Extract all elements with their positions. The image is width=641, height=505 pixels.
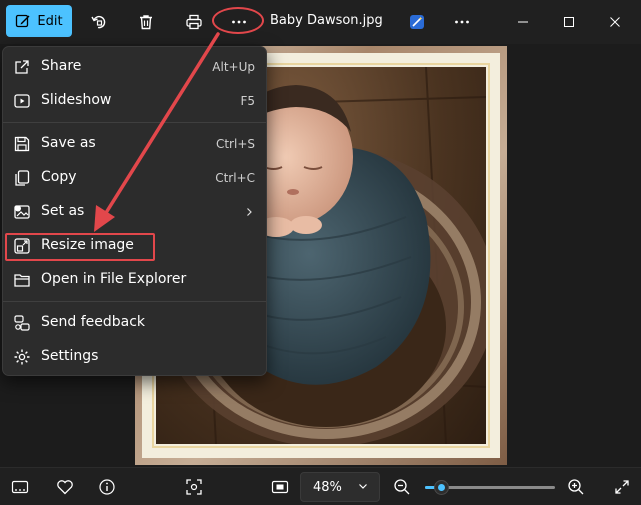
heart-icon bbox=[57, 480, 73, 495]
file-title: Baby Dawson.jpg bbox=[270, 13, 383, 28]
resize-image-highlight bbox=[5, 233, 155, 261]
minimize-button[interactable] bbox=[511, 6, 535, 38]
menu-item-slideshow[interactable]: Slideshow F5 bbox=[7, 86, 263, 116]
share-icon bbox=[15, 60, 29, 74]
fit-to-window-icon bbox=[271, 480, 289, 494]
filmstrip-button[interactable] bbox=[10, 477, 30, 497]
menu-separator bbox=[3, 301, 266, 302]
menu-item-settings[interactable]: Settings bbox=[7, 342, 263, 372]
close-icon bbox=[610, 17, 620, 27]
filmstrip-icon bbox=[11, 480, 29, 494]
chevron-right-icon bbox=[247, 208, 252, 216]
minimize-icon bbox=[518, 21, 528, 23]
zoom-out-button[interactable] bbox=[392, 477, 412, 497]
full-screen-button[interactable] bbox=[612, 477, 632, 497]
info-icon bbox=[99, 479, 115, 495]
scan-icon bbox=[186, 479, 202, 495]
edit-icon bbox=[16, 14, 30, 28]
menu-item-share[interactable]: Share Alt+Up bbox=[7, 52, 263, 82]
top-toolbar: Edit Baby Dawson.jpg bbox=[0, 0, 641, 44]
menu-item-label: Open in File Explorer bbox=[41, 271, 187, 287]
feedback-icon bbox=[14, 315, 30, 331]
menu-item-shortcut: Alt+Up bbox=[212, 60, 255, 74]
menu-item-label: Set as bbox=[41, 203, 85, 219]
slideshow-icon bbox=[14, 94, 30, 108]
more-options-menu: Share Alt+Up Slideshow F5 Save as Ctrl+S… bbox=[2, 46, 267, 376]
menu-item-copy[interactable]: Copy Ctrl+C bbox=[7, 163, 263, 193]
zoom-level-dropdown[interactable]: 48% bbox=[300, 472, 380, 502]
zoom-slider-thumb[interactable] bbox=[434, 480, 449, 495]
favorite-button[interactable] bbox=[55, 477, 75, 497]
menu-item-shortcut: Ctrl+C bbox=[215, 171, 255, 185]
close-button[interactable] bbox=[603, 6, 627, 38]
print-button[interactable] bbox=[181, 6, 207, 38]
magic-wand-icon bbox=[410, 15, 424, 29]
menu-item-save-as[interactable]: Save as Ctrl+S bbox=[7, 129, 263, 159]
save-icon bbox=[14, 136, 30, 152]
zoom-in-button[interactable] bbox=[566, 477, 586, 497]
menu-item-label: Send feedback bbox=[41, 314, 146, 330]
menu-item-label: Copy bbox=[41, 169, 77, 185]
edit-button[interactable]: Edit bbox=[6, 5, 72, 37]
trash-icon bbox=[140, 15, 152, 30]
zoom-level-value: 48% bbox=[313, 479, 342, 495]
maximize-icon bbox=[564, 17, 574, 27]
folder-icon bbox=[14, 274, 30, 287]
file-info-button[interactable] bbox=[97, 477, 117, 497]
menu-item-set-as[interactable]: Set as bbox=[7, 197, 263, 227]
rotate-button[interactable] bbox=[86, 6, 112, 38]
zoom-slider[interactable] bbox=[425, 480, 555, 495]
menu-item-label: Share bbox=[41, 58, 82, 74]
chevron-down-icon bbox=[359, 484, 367, 489]
visual-search-button[interactable] bbox=[184, 477, 204, 497]
menu-item-label: Settings bbox=[41, 348, 99, 364]
actual-size-button[interactable] bbox=[270, 477, 290, 497]
printer-icon bbox=[186, 14, 202, 30]
menu-item-shortcut: F5 bbox=[240, 94, 255, 108]
more-button-highlight-ring bbox=[212, 7, 264, 34]
more-icon bbox=[455, 20, 469, 24]
edit-button-label: Edit bbox=[37, 13, 63, 29]
menu-item-label: Slideshow bbox=[41, 92, 112, 108]
delete-button[interactable] bbox=[133, 6, 159, 38]
menu-item-open-in-file-explorer[interactable]: Open in File Explorer bbox=[7, 265, 263, 295]
gear-icon bbox=[14, 349, 30, 365]
maximize-button[interactable] bbox=[557, 6, 581, 38]
designer-button[interactable] bbox=[404, 6, 430, 38]
rotate-icon bbox=[91, 15, 106, 29]
zoom-in-icon bbox=[568, 479, 584, 495]
copy-icon bbox=[15, 170, 30, 186]
menu-item-shortcut: Ctrl+S bbox=[215, 137, 255, 151]
menu-separator bbox=[3, 122, 266, 123]
bottom-bar: 48% bbox=[0, 467, 641, 505]
more-options-secondary-button[interactable] bbox=[449, 6, 475, 38]
menu-item-label: Save as bbox=[41, 135, 96, 151]
zoom-out-icon bbox=[394, 479, 410, 495]
set-as-icon bbox=[14, 205, 30, 219]
expand-icon bbox=[615, 480, 629, 494]
menu-item-send-feedback[interactable]: Send feedback bbox=[7, 308, 263, 338]
